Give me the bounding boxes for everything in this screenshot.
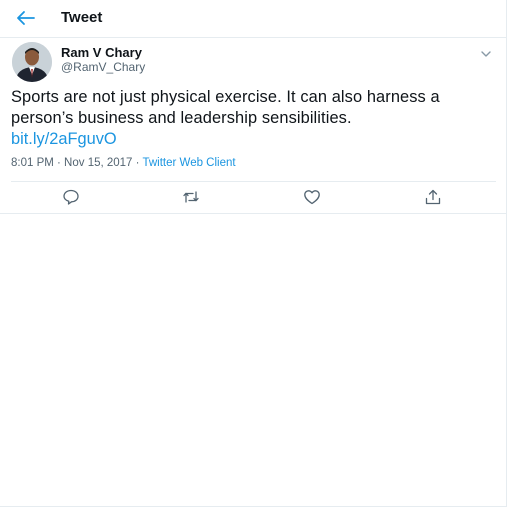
arrow-left-icon bbox=[17, 11, 35, 25]
share-button[interactable] bbox=[424, 188, 442, 206]
tweet-metadata: 8:01 PM · Nov 15, 2017 · Twitter Web Cli… bbox=[11, 157, 236, 169]
back-button[interactable] bbox=[14, 8, 36, 28]
reply-button[interactable] bbox=[62, 188, 80, 206]
divider bbox=[0, 213, 506, 214]
share-icon bbox=[425, 189, 441, 205]
reply-icon bbox=[63, 189, 79, 205]
chevron-down-icon bbox=[481, 51, 491, 57]
like-button[interactable] bbox=[303, 188, 321, 206]
avatar[interactable] bbox=[12, 42, 52, 82]
like-icon bbox=[304, 190, 320, 205]
retweet-button[interactable] bbox=[182, 188, 200, 206]
app-frame bbox=[0, 0, 507, 507]
top-bar: Tweet bbox=[0, 0, 506, 38]
tweet-client-link[interactable]: Twitter Web Client bbox=[142, 157, 235, 169]
author-name[interactable]: Ram V Chary bbox=[61, 45, 142, 60]
retweet-icon bbox=[183, 191, 199, 203]
more-options-button[interactable] bbox=[480, 46, 492, 57]
tweet-link[interactable]: bit.ly/2aFguvO bbox=[11, 129, 117, 150]
tweet-timestamp: 8:01 PM · Nov 15, 2017 · bbox=[11, 157, 143, 169]
tweet-text: Sports are not just physical exercise. I… bbox=[11, 88, 440, 127]
page-title: Tweet bbox=[61, 9, 103, 26]
action-bar bbox=[0, 182, 506, 212]
author-handle[interactable]: @RamV_Chary bbox=[61, 60, 145, 74]
avatar-image bbox=[12, 42, 52, 82]
